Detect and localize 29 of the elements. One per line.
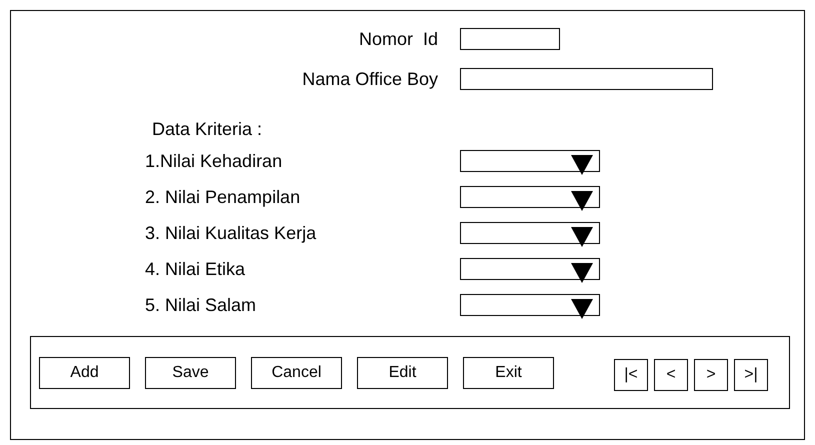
caret-icon bbox=[571, 155, 593, 175]
action-button[interactable]: Save bbox=[145, 356, 236, 388]
criteria-label: 4. Nilai Etika bbox=[145, 258, 246, 280]
action-button[interactable]: Edit bbox=[357, 356, 448, 388]
caret-icon bbox=[571, 299, 593, 319]
nav-button[interactable]: < bbox=[654, 358, 688, 390]
nav-button[interactable]: >| bbox=[734, 358, 768, 390]
caret-icon bbox=[571, 263, 593, 283]
caret-icon bbox=[571, 227, 593, 247]
action-button[interactable]: Cancel bbox=[251, 356, 342, 388]
criteria-label: 2. Nilai Penampilan bbox=[145, 186, 302, 208]
field-label: Nomor Id bbox=[358, 28, 438, 50]
input-field[interactable] bbox=[460, 28, 560, 50]
criteria-label: 3. Nilai Kualitas Kerja bbox=[145, 222, 318, 244]
dropdown[interactable] bbox=[460, 222, 600, 244]
criteria-label: 5. Nilai Salam bbox=[145, 294, 258, 316]
field-label: Nama Office Boy bbox=[302, 68, 438, 90]
input-field[interactable] bbox=[460, 68, 713, 90]
section-title: Data Kriteria : bbox=[152, 118, 264, 140]
action-button[interactable]: Exit bbox=[463, 356, 554, 388]
nav-button[interactable]: |< bbox=[614, 358, 648, 390]
dropdown[interactable] bbox=[460, 294, 600, 316]
dropdown[interactable] bbox=[460, 258, 600, 280]
action-button[interactable]: Add bbox=[39, 356, 130, 388]
dropdown[interactable] bbox=[460, 150, 600, 172]
nav-button[interactable]: > bbox=[694, 358, 728, 390]
criteria-label: 1.Nilai Kehadiran bbox=[145, 150, 284, 172]
caret-icon bbox=[571, 191, 593, 211]
dropdown[interactable] bbox=[460, 186, 600, 208]
